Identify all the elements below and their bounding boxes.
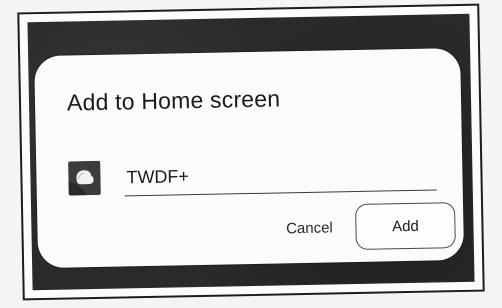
- add-button[interactable]: Add: [355, 202, 456, 251]
- dialog-title: Add to Home screen: [66, 85, 281, 116]
- photo-background: Add to Home screen Cancel Add: [0, 0, 502, 308]
- cancel-button[interactable]: Cancel: [273, 214, 345, 241]
- shortcut-name-input[interactable]: [124, 154, 437, 197]
- phone-screen: Add to Home screen Cancel Add: [27, 13, 475, 291]
- printout-frame: Add to Home screen Cancel Add: [17, 3, 485, 301]
- add-to-home-dialog: Add to Home screen Cancel Add: [34, 47, 465, 269]
- app-shortcut-icon: [68, 160, 101, 196]
